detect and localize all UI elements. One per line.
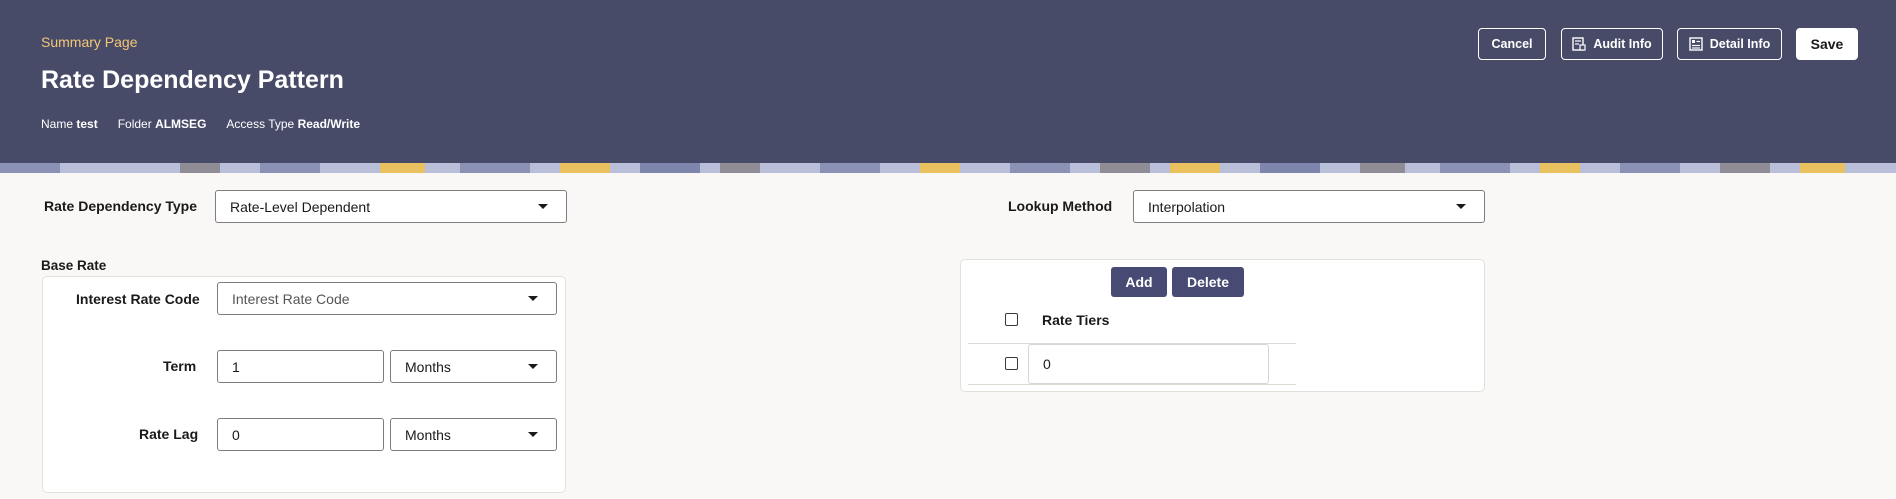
rate-dependency-type-label: Rate Dependency Type (44, 198, 198, 214)
caret-down-icon (528, 432, 538, 437)
detail-icon (1689, 37, 1703, 51)
audit-info-button[interactable]: Audit Info (1561, 28, 1663, 60)
rate-lag-input[interactable]: 0 (217, 418, 384, 451)
breadcrumb-summary-page[interactable]: Summary Page (41, 34, 137, 50)
delete-button-label: Delete (1186, 274, 1230, 290)
audit-icon (1572, 37, 1586, 51)
rate-dependency-type-select[interactable]: Rate-Level Dependent (215, 190, 567, 223)
row-checkbox[interactable] (1005, 357, 1018, 370)
rate-lag-unit-select[interactable]: Months (390, 418, 557, 451)
audit-info-label: Audit Info (1593, 37, 1652, 51)
add-button[interactable]: Add (1111, 267, 1167, 297)
rate-lag-unit-value: Months (405, 426, 451, 443)
select-all-checkbox[interactable] (1005, 313, 1018, 326)
cancel-button[interactable]: Cancel (1478, 28, 1546, 60)
lookup-method-value: Interpolation (1148, 198, 1226, 215)
page-title: Rate Dependency Pattern (41, 66, 344, 94)
interest-rate-code-label: Interest Rate Code (76, 291, 200, 307)
header-meta: Name test Folder ALMSEG Access Type Read… (41, 117, 360, 131)
lookup-method-select[interactable]: Interpolation (1133, 190, 1485, 223)
rate-tier-input[interactable]: 0 (1028, 344, 1269, 384)
rate-dependency-type-value: Rate-Level Dependent (230, 198, 371, 215)
caret-down-icon (528, 296, 538, 301)
meta-access-value: Read/Write (297, 117, 361, 131)
detail-info-button[interactable]: Detail Info (1677, 28, 1782, 60)
meta-access: Access Type Read/Write (226, 117, 360, 131)
cancel-button-label: Cancel (1491, 37, 1533, 51)
lookup-method-label: Lookup Method (1008, 198, 1113, 214)
term-input[interactable]: 1 (217, 350, 384, 383)
term-unit-select[interactable]: Months (390, 350, 557, 383)
interest-rate-code-placeholder: Interest Rate Code (232, 290, 350, 307)
header-decorative-band (0, 163, 1896, 173)
term-label: Term (163, 358, 197, 374)
rate-tier-value: 0 (1043, 356, 1051, 372)
add-button-label: Add (1125, 274, 1153, 290)
caret-down-icon (538, 204, 548, 209)
rate-lag-value: 0 (232, 426, 240, 443)
detail-info-label: Detail Info (1709, 37, 1771, 51)
meta-access-label: Access Type (226, 117, 295, 131)
term-unit-value: Months (405, 358, 451, 375)
term-value: 1 (232, 358, 240, 375)
save-button[interactable]: Save (1796, 28, 1858, 60)
table-row-divider (968, 384, 1296, 385)
base-rate-title: Base Rate (41, 258, 107, 273)
meta-folder-value: ALMSEG (155, 117, 207, 131)
page-header: Summary Page Rate Dependency Pattern Nam… (0, 0, 1896, 163)
delete-button[interactable]: Delete (1172, 267, 1244, 297)
rate-lag-label: Rate Lag (139, 426, 199, 442)
meta-folder-label: Folder (117, 117, 152, 131)
meta-folder: Folder ALMSEG (118, 117, 207, 131)
caret-down-icon (528, 364, 538, 369)
meta-name: Name test (41, 117, 98, 131)
meta-name-value: test (76, 117, 98, 131)
meta-name-label: Name (41, 117, 74, 131)
rate-tiers-column-header: Rate Tiers (1042, 312, 1110, 328)
save-button-label: Save (1810, 36, 1844, 52)
interest-rate-code-select[interactable]: Interest Rate Code (217, 282, 557, 315)
caret-down-icon (1456, 204, 1466, 209)
